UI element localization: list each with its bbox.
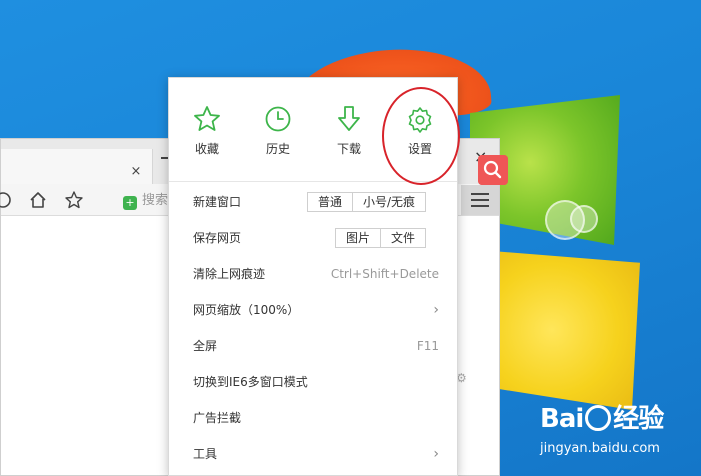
watermark-logo: Bai 经验 (540, 398, 700, 435)
favorites-label: 收藏 (194, 142, 219, 156)
menu-item-shortcut: F11 (416, 339, 439, 353)
menu-item-label: 全屏 (193, 339, 218, 353)
menu-button[interactable] (461, 185, 499, 215)
menu-item-label: 清除上网痕迹 (193, 267, 266, 281)
menu-item-label: 广告拦截 (193, 411, 242, 425)
menu-item-zoom[interactable]: 网页缩放（100%） › (169, 292, 457, 328)
tab-close-button[interactable]: × (129, 165, 143, 179)
favorites-button[interactable]: 收藏 (177, 104, 237, 164)
browser-tab[interactable]: × (1, 149, 153, 184)
menu-item-label: 新建窗口 (193, 195, 242, 209)
wallpaper-logo-yellow (480, 250, 640, 410)
paw-icon (585, 405, 612, 431)
home-icon[interactable] (28, 190, 48, 210)
menu-item-new-window[interactable]: 新建窗口 普通 小号/无痕 (169, 184, 457, 220)
chevron-right-icon: › (433, 302, 439, 318)
history-button[interactable]: 历史 (248, 104, 308, 164)
history-label: 历史 (265, 142, 290, 156)
clock-icon (265, 106, 291, 132)
star-icon[interactable] (64, 190, 84, 210)
menu-item-label: 网页缩放（100%） (193, 303, 300, 317)
menu-item-fullscreen[interactable]: 全屏 F11 (169, 328, 457, 364)
download-label: 下载 (336, 142, 361, 156)
save-as-file-button[interactable]: 文件 (380, 229, 425, 247)
menu-item-ie6-mode[interactable]: 切换到IE6多窗口模式 (169, 364, 457, 400)
menu-item-label: 保存网页 (193, 231, 242, 245)
wallpaper-bubble (570, 205, 598, 233)
highlight-circle (382, 87, 460, 185)
search-box[interactable]: + 搜索 (123, 191, 168, 211)
search-placeholder: 搜索 (142, 193, 169, 208)
menu-item-save-page[interactable]: 保存网页 图片 文件 (169, 220, 457, 256)
menu-item-label: 工具 (193, 447, 218, 461)
save-page-options: 图片 文件 (335, 228, 427, 248)
watermark-domain: jingyan.baidu.com (540, 441, 660, 456)
menu-item-tools[interactable]: 工具 › (169, 436, 457, 472)
download-button[interactable]: 下载 (319, 104, 379, 164)
menu-item-label: 切换到IE6多窗口模式 (193, 375, 308, 389)
download-icon (338, 106, 360, 131)
star-icon (194, 106, 220, 131)
refresh-icon[interactable] (0, 190, 13, 210)
watermark-brand-right: 经验 (613, 404, 664, 434)
save-as-image-button[interactable]: 图片 (336, 229, 380, 247)
menu-item-ad-block[interactable]: 广告拦截 (169, 400, 457, 436)
baidu-watermark: Bai 经验 jingyan.baidu.com (540, 398, 700, 458)
new-window-normal-button[interactable]: 普通 (308, 193, 352, 211)
menu-item-shortcut: Ctrl+Shift+Delete (330, 267, 439, 281)
menu-item-clear-history[interactable]: 清除上网痕迹 Ctrl+Shift+Delete (169, 256, 457, 292)
new-window-options: 普通 小号/无痕 (307, 192, 427, 212)
new-window-incognito-button[interactable]: 小号/无痕 (352, 193, 425, 211)
chevron-right-icon: › (433, 446, 439, 462)
search-button-icon[interactable] (478, 155, 508, 185)
shield-icon: + (123, 196, 137, 210)
watermark-brand-left: Bai (540, 404, 584, 434)
